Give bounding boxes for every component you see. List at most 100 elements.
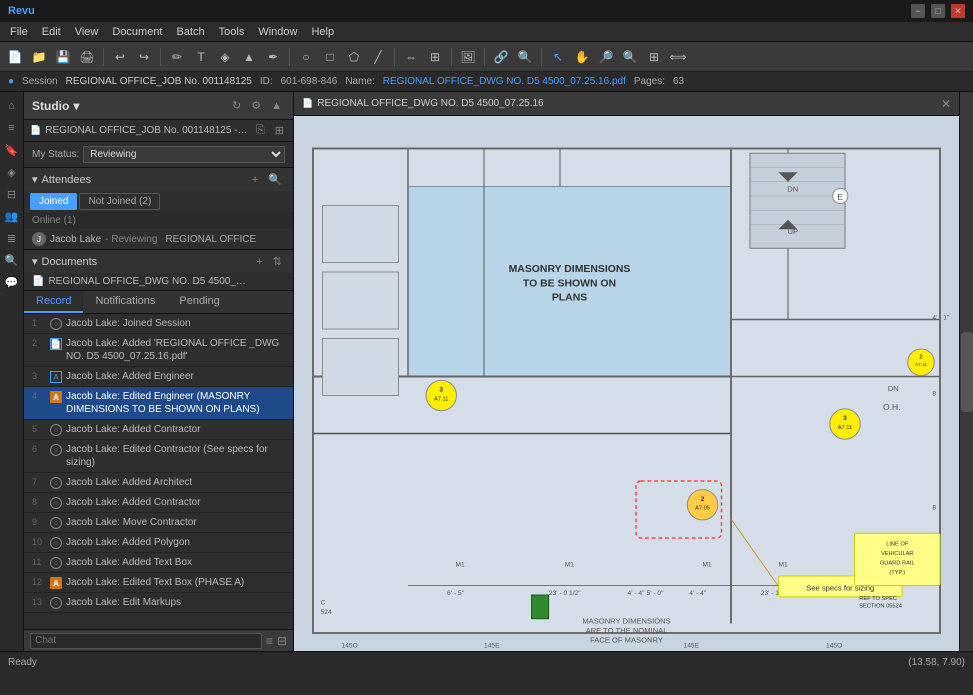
menu-file[interactable]: File (4, 24, 34, 40)
rail-search-icon[interactable]: 🔍 (2, 250, 22, 270)
rail-studio-icon[interactable]: 👥 (2, 206, 22, 226)
print-btn[interactable]: 🖨 (76, 46, 98, 68)
rail-bookmarks-icon[interactable]: 🔖 (2, 140, 22, 160)
doc-row-1[interactable]: 📄 REGIONAL OFFICE_DWG NO. D5 4500_07.2..… (24, 273, 293, 290)
link-btn[interactable]: 🔗 (490, 46, 512, 68)
docs-sort-btn[interactable]: ⇅ (270, 254, 285, 269)
record-num: 7 (32, 476, 46, 487)
photo-btn[interactable]: 🖼 (457, 46, 479, 68)
tab-record[interactable]: Record (24, 291, 83, 313)
docs-add-btn[interactable]: + (253, 254, 265, 269)
record-item[interactable]: 12AJacob Lake: Edited Text Box (PHASE A) (24, 573, 293, 593)
minimize-button[interactable]: − (911, 4, 925, 18)
menu-batch[interactable]: Batch (171, 24, 211, 40)
zoom-in-btn[interactable]: 🔎 (595, 46, 617, 68)
pan-btn[interactable]: ✋ (571, 46, 593, 68)
studio-settings-btn[interactable]: ⚙ (248, 98, 264, 113)
drawing-close-btn[interactable]: ✕ (941, 97, 951, 111)
open-btn[interactable]: 📁 (28, 46, 50, 68)
new-btn[interactable]: 📄 (4, 46, 26, 68)
record-item[interactable]: 5○Jacob Lake: Added Contractor (24, 420, 293, 440)
menu-help[interactable]: Help (305, 24, 340, 40)
text-btn[interactable]: T (190, 46, 212, 68)
poly-btn[interactable]: ⬠ (343, 46, 365, 68)
documents-header[interactable]: ▾ Documents + ⇅ (24, 250, 293, 273)
record-item[interactable]: 6○Jacob Lake: Edited Contractor (See spe… (24, 440, 293, 473)
drawing-canvas[interactable]: DN UP E MASONRY DIMENSIONS TO BE SHOWN O… (294, 116, 959, 651)
record-item[interactable]: 2📄Jacob Lake: Added 'REGIONAL OFFICE _DW… (24, 334, 293, 367)
record-text: Jacob Lake: Added Engineer (66, 370, 285, 383)
menu-view[interactable]: View (69, 24, 105, 40)
tab-notifications[interactable]: Notifications (83, 291, 167, 313)
main-toolbar: 📄 📁 💾 🖨 ↩ ↪ ✏ T ◈ ▲ ✒ ○ □ ⬠ ╱ ⇔ ⊞ 🖼 🔗 🔍 … (0, 42, 973, 72)
svg-text:(TYP.): (TYP.) (889, 570, 905, 576)
status-select[interactable]: Reviewing Approved (83, 146, 285, 163)
studio-dropdown-icon[interactable]: ▾ (73, 99, 79, 113)
record-item[interactable]: 13○Jacob Lake: Edit Markups (24, 593, 293, 613)
markup-btn[interactable]: ✏ (166, 46, 188, 68)
rect-btn[interactable]: □ (319, 46, 341, 68)
rail-properties-icon[interactable]: ≣ (2, 228, 22, 248)
menu-document[interactable]: Document (106, 24, 168, 40)
svg-text:A7.11: A7.11 (838, 425, 852, 431)
right-scrollbar[interactable] (961, 332, 973, 412)
area-btn[interactable]: ⊞ (424, 46, 446, 68)
highlight-btn[interactable]: ▲ (238, 46, 260, 68)
search-btn[interactable]: 🔍 (514, 46, 536, 68)
save-btn[interactable]: 💾 (52, 46, 74, 68)
line-btn[interactable]: ╱ (367, 46, 389, 68)
redo-btn[interactable]: ↪ (133, 46, 155, 68)
record-item[interactable]: 9○Jacob Lake: Move Contractor (24, 513, 293, 533)
record-item[interactable]: 8○Jacob Lake: Added Contractor (24, 493, 293, 513)
record-item[interactable]: 11○Jacob Lake: Added Text Box (24, 553, 293, 573)
menu-window[interactable]: Window (252, 24, 303, 40)
rail-home-icon[interactable]: ⌂ (2, 96, 22, 116)
chat-list-btn[interactable]: ≡ (266, 634, 273, 648)
cursor-btn[interactable]: ↖ (547, 46, 569, 68)
studio-expand-btn[interactable]: ▲ (268, 98, 285, 113)
studio-controls: ↻ ⚙ ▲ (229, 98, 285, 113)
record-item[interactable]: 1○Jacob Lake: Joined Session (24, 314, 293, 334)
fit-btn[interactable]: ⊞ (643, 46, 665, 68)
menu-tools[interactable]: Tools (213, 24, 251, 40)
canvas-area: 📄 REGIONAL OFFICE_DWG NO. D5 4500_07.25.… (294, 92, 959, 651)
record-item[interactable]: 10○Jacob Lake: Added Polygon (24, 533, 293, 553)
studio-refresh-btn[interactable]: ↻ (229, 98, 244, 113)
zoom-out-btn[interactable]: 🔍 (619, 46, 641, 68)
maximize-button[interactable]: □ (931, 4, 945, 18)
rail-pages-icon[interactable]: ≡ (2, 118, 22, 138)
attendees-collapse-icon: ▾ (32, 173, 38, 186)
rail-comments-icon[interactable]: 💬 (2, 272, 22, 292)
record-item[interactable]: 3AJacob Lake: Added Engineer (24, 367, 293, 387)
tab-not-joined[interactable]: Not Joined (2) (79, 193, 160, 210)
rail-markup-icon[interactable]: ◈ (2, 162, 22, 182)
record-item[interactable]: 7○Jacob Lake: Added Architect (24, 473, 293, 493)
right-panel (959, 92, 973, 651)
menu-edit[interactable]: Edit (36, 24, 67, 40)
undo-btn[interactable]: ↩ (109, 46, 131, 68)
stamp-btn[interactable]: ◈ (214, 46, 236, 68)
ready-status: Ready (8, 657, 37, 668)
shape-btn[interactable]: ○ (295, 46, 317, 68)
session-icon: ● (8, 76, 14, 87)
record-num: 10 (32, 536, 46, 547)
chat-filter-btn[interactable]: ⊟ (277, 634, 287, 648)
record-item[interactable]: 4AJacob Lake: Edited Engineer (MASONRY D… (24, 387, 293, 420)
fit-width-btn[interactable]: ⟺ (667, 46, 689, 68)
tab-pending[interactable]: Pending (167, 291, 231, 313)
chat-input[interactable] (30, 633, 262, 649)
attendees-add-btn[interactable]: + (249, 172, 261, 187)
left-panel: Studio ▾ ↻ ⚙ ▲ 📄 REGIONAL OFFICE_JOB No.… (24, 92, 294, 651)
measure-btn[interactable]: ⇔ (400, 46, 422, 68)
tab-joined[interactable]: Joined (30, 193, 77, 210)
svg-text:145E: 145E (684, 642, 700, 649)
svg-text:4' - 4": 4' - 4" (689, 590, 707, 597)
studio-doc-menu-btn[interactable]: ⊞ (272, 123, 287, 138)
record-icon: A (50, 391, 62, 403)
studio-doc-copy-btn[interactable]: ⎘ (253, 123, 268, 138)
close-button[interactable]: ✕ (951, 4, 965, 18)
attendees-header[interactable]: ▾ Attendees + 🔍 (24, 168, 293, 191)
rail-layers-icon[interactable]: ⊟ (2, 184, 22, 204)
pen-btn[interactable]: ✒ (262, 46, 284, 68)
attendees-search-btn[interactable]: 🔍 (265, 172, 285, 187)
